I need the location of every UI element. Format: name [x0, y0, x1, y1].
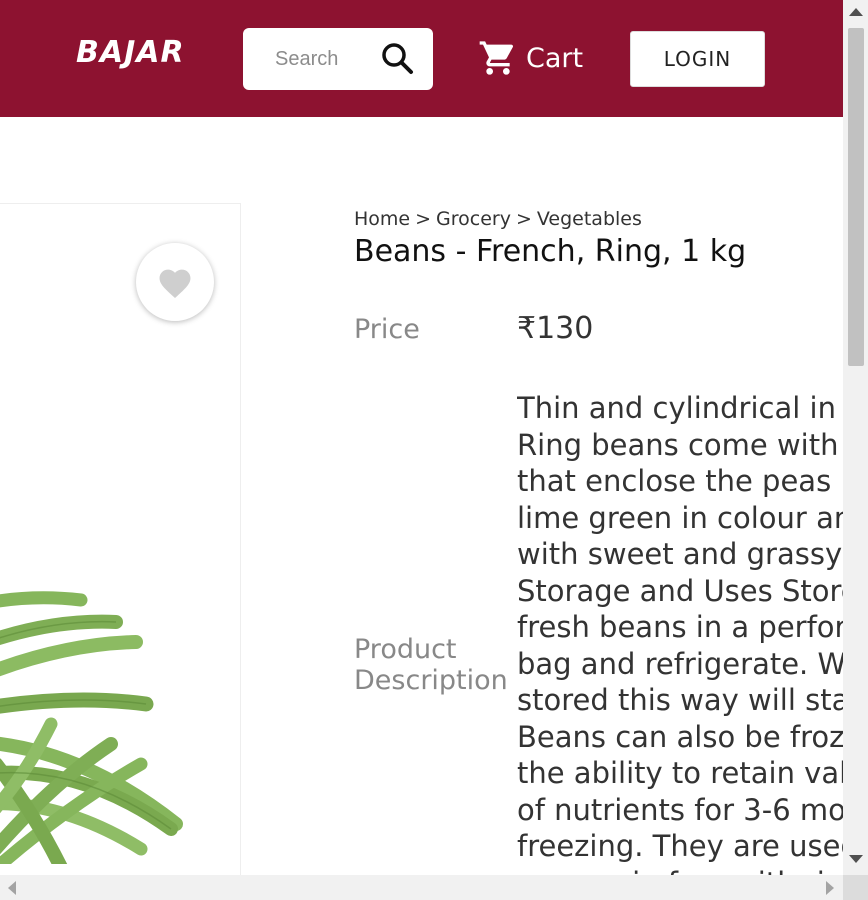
description-line: Beans can also be froze	[517, 719, 852, 754]
price-label: Price	[354, 314, 420, 345]
description-line: as a main fare with rice	[517, 865, 852, 876]
scroll-right-arrow-icon[interactable]	[826, 881, 834, 895]
description-line: the ability to retain valua	[517, 756, 852, 790]
description-line: freezing. They are used	[517, 829, 852, 863]
breadcrumb-home[interactable]: Home	[354, 208, 410, 230]
product-title: Beans - French, Ring, 1 kg	[354, 234, 747, 269]
shopping-cart-icon	[479, 41, 514, 75]
description-line: that enclose the peas in	[517, 464, 852, 498]
cart-label: Cart	[526, 42, 584, 74]
scroll-left-arrow-icon[interactable]	[8, 881, 16, 895]
description-label-line: Description	[354, 665, 508, 696]
description-line: of nutrients for 3-6 mont	[517, 792, 852, 827]
breadcrumb-grocery[interactable]: Grocery	[436, 208, 511, 230]
description-line: bag and refrigerate. Wh	[517, 646, 852, 681]
price-value: ₹130	[517, 311, 594, 346]
breadcrumb-separator: >	[515, 208, 532, 230]
favorite-button[interactable]	[136, 243, 214, 321]
description-label: Product Description	[354, 634, 508, 696]
cart-button[interactable]: Cart	[478, 38, 583, 78]
description-line: fresh beans in a perfora	[517, 610, 852, 644]
heart-icon	[159, 269, 191, 298]
vertical-scrollbar-thumb[interactable]	[848, 28, 864, 366]
breadcrumb-vegetables[interactable]: Vegetables	[537, 208, 642, 230]
description-line: lime green in colour and	[517, 500, 852, 535]
search-icon[interactable]	[380, 41, 414, 75]
description-line: Thin and cylindrical in s	[517, 391, 852, 425]
site-logo[interactable]: BAJAR	[76, 38, 185, 68]
description-line: Storage and Uses Store	[517, 573, 852, 608]
scroll-down-arrow-icon[interactable]	[849, 855, 863, 863]
description-line: stored this way will stay	[517, 683, 852, 717]
horizontal-scrollbar[interactable]	[0, 875, 843, 900]
search-input[interactable]	[261, 47, 395, 71]
breadcrumb-separator: >	[415, 208, 432, 230]
top-header: BAJAR Cart LOGIN	[0, 0, 843, 117]
product-description: Thin and cylindrical in s Ring beans com…	[517, 390, 852, 875]
description-line: Ring beans come with p	[517, 427, 852, 462]
product-image	[0, 591, 183, 864]
scrollbar-corner	[843, 875, 868, 900]
description-label-line: Product	[354, 634, 457, 665]
description-line: with sweet and grassy f	[517, 537, 852, 571]
breadcrumb: Home > Grocery > Vegetables	[354, 208, 642, 230]
vertical-scrollbar[interactable]	[843, 0, 868, 875]
login-button[interactable]: LOGIN	[630, 31, 765, 87]
scroll-up-arrow-icon[interactable]	[849, 8, 863, 16]
